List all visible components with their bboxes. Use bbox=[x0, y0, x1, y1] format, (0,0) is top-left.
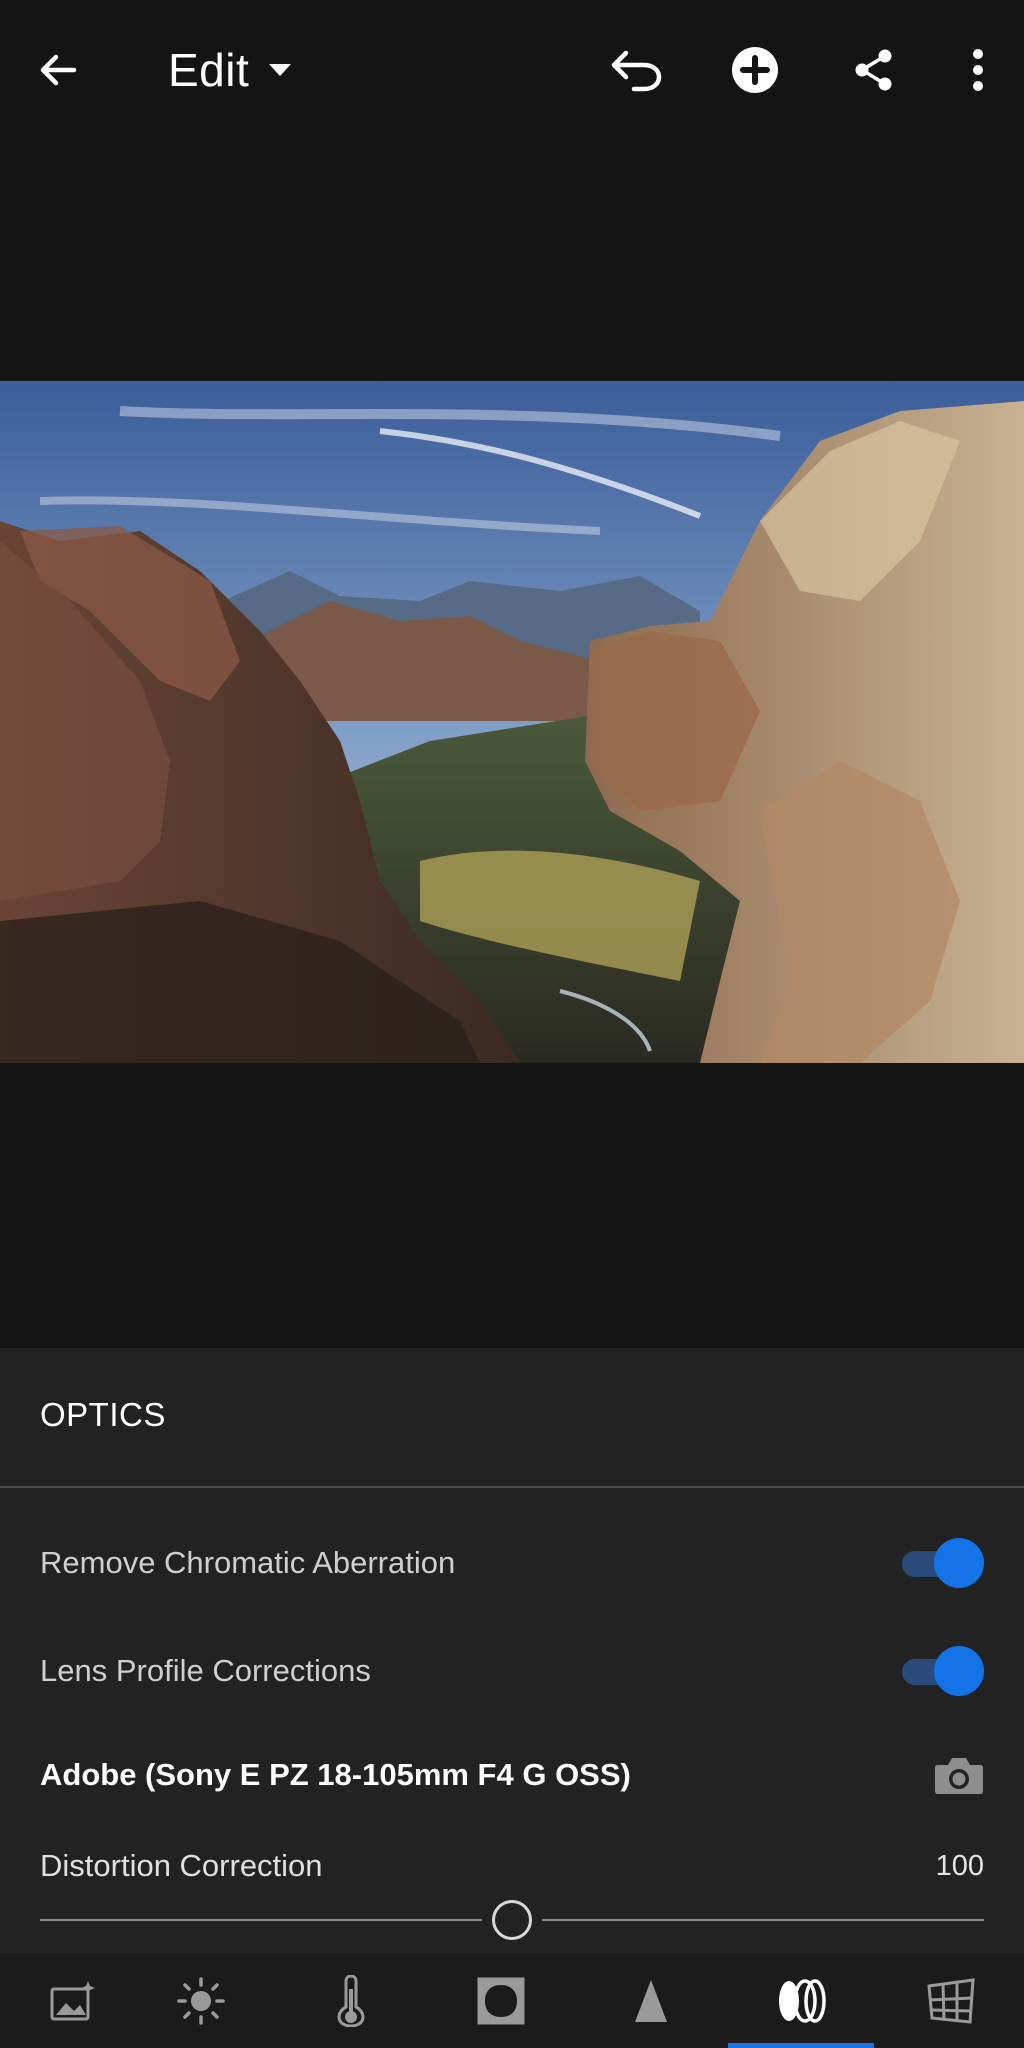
presets-icon bbox=[50, 1980, 95, 2020]
lens-profile-toggle[interactable] bbox=[898, 1646, 984, 1696]
chromatic-aberration-label: Remove Chromatic Aberration bbox=[40, 1545, 456, 1580]
chromatic-aberration-toggle[interactable] bbox=[898, 1538, 984, 1588]
more-vertical-icon[interactable] bbox=[948, 40, 1008, 100]
add-circle-icon[interactable] bbox=[725, 40, 785, 100]
slider-thumb[interactable] bbox=[492, 1900, 532, 1940]
geometry-icon bbox=[927, 1977, 975, 2024]
photo-canvas[interactable] bbox=[0, 140, 1024, 1348]
edit-toolbar bbox=[0, 1953, 1024, 2048]
distortion-correction-value: 100 bbox=[935, 1849, 984, 1882]
distortion-correction-row: Distortion Correction 100 bbox=[40, 1836, 984, 1896]
color-tool[interactable] bbox=[278, 1953, 424, 2048]
distortion-correction-label: Distortion Correction bbox=[40, 1848, 323, 1883]
page-title: Edit bbox=[168, 44, 250, 96]
light-icon bbox=[177, 1976, 225, 2025]
distortion-correction-slider[interactable] bbox=[40, 1900, 984, 1940]
geometry-tool[interactable] bbox=[878, 1953, 1024, 2048]
detail-icon bbox=[635, 1979, 667, 2022]
toggle-knob bbox=[934, 1646, 984, 1696]
camera-icon[interactable] bbox=[934, 1755, 984, 1795]
active-tool-indicator bbox=[728, 2043, 874, 2048]
chromatic-aberration-row: Remove Chromatic Aberration bbox=[40, 1533, 984, 1593]
light-tool[interactable] bbox=[128, 1953, 274, 2048]
photo-preview[interactable] bbox=[0, 381, 1024, 1063]
lens-profile-row: Lens Profile Corrections bbox=[40, 1641, 984, 1701]
effects-tool[interactable] bbox=[428, 1953, 574, 2048]
detail-tool[interactable] bbox=[578, 1953, 724, 2048]
optics-panel-header: OPTICS bbox=[0, 1348, 1024, 1488]
lens-profile-name[interactable]: Adobe (Sony E PZ 18-105mm F4 G OSS) bbox=[40, 1757, 631, 1793]
slider-track-right bbox=[542, 1919, 984, 1921]
color-temperature-icon bbox=[337, 1974, 365, 2027]
optics-icon bbox=[779, 1978, 826, 2023]
optics-tool[interactable] bbox=[728, 1953, 874, 2048]
share-icon[interactable] bbox=[844, 40, 904, 100]
lens-profile-label: Lens Profile Corrections bbox=[40, 1653, 371, 1688]
effects-vignette-icon bbox=[477, 1977, 525, 2024]
toggle-knob bbox=[934, 1538, 984, 1588]
back-arrow-icon[interactable] bbox=[28, 40, 88, 100]
lens-profile-select-row[interactable]: Adobe (Sony E PZ 18-105mm F4 G OSS) bbox=[40, 1745, 984, 1805]
panel-title: OPTICS bbox=[40, 1396, 166, 1433]
slider-track-left bbox=[40, 1919, 482, 1921]
chevron-down-icon bbox=[269, 64, 292, 76]
undo-icon[interactable] bbox=[606, 40, 666, 100]
presets-tool[interactable] bbox=[0, 1953, 146, 2048]
top-bar: Edit bbox=[0, 0, 1024, 140]
edit-mode-dropdown[interactable]: Edit bbox=[168, 40, 293, 100]
